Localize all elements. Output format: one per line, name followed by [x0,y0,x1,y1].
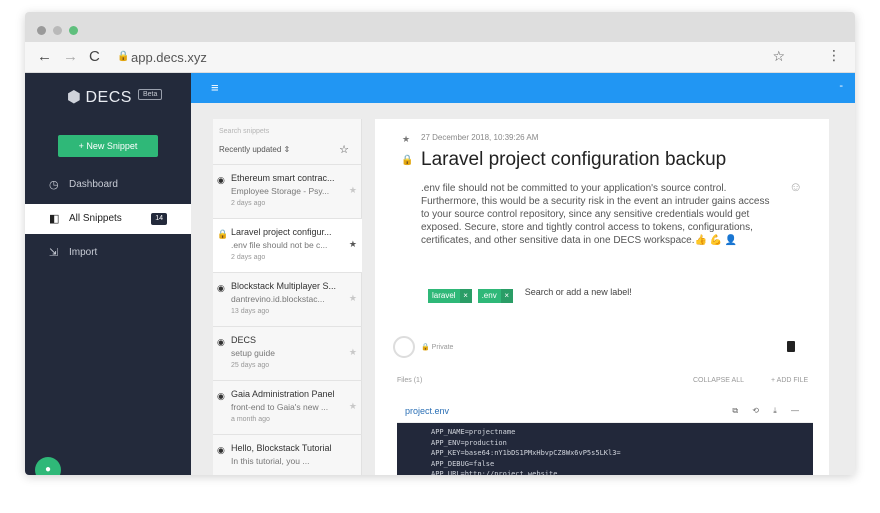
star-icon[interactable]: ★ [349,239,357,250]
address-bar: ← → C 🔒 app.decs.xyz ☆ ⋮ [25,42,855,73]
collapse-all-button[interactable]: COLLAPSE ALL [693,377,744,384]
file-name[interactable]: project.env [405,406,449,416]
sort-dropdown[interactable]: Recently updated ⇕ [219,145,290,154]
chat-icon[interactable]: ● [35,457,61,475]
url-field[interactable]: app.decs.xyz [131,50,207,65]
snippet-timestamp: 27 December 2018, 10:39:26 AM [421,133,539,142]
snippet-list-panel: Search snippets Recently updated ⇕ ☆ ◉ E… [213,119,362,475]
sidebar-item-label: All Snippets [69,213,122,224]
browser-window: ← → C 🔒 app.decs.xyz ☆ ⋮ ⬢ DECS Beta + Ne… [25,12,855,475]
code-editor[interactable]: APP_NAME=projectname APP_ENV=production … [397,423,813,475]
snippet-title: Laravel project configur... [231,227,332,237]
snippet-title: Blockstack Multiplayer S... [231,281,337,291]
back-icon[interactable]: ← [37,48,52,65]
logo-icon: ⬢ [67,89,82,106]
star-icon[interactable]: ★ [349,185,357,196]
files-count: Files (1) [397,377,423,384]
private-label: 🔒 Private [421,344,454,351]
snippet-desc: dantrevino.id.blockstac... [231,294,325,304]
list-item[interactable]: ◉ Gaia Administration Panel front-end to… [213,380,362,434]
star-icon[interactable]: ★ [349,401,357,412]
list-item[interactable]: ◉ Ethereum smart contrac... Employee Sto… [213,164,362,218]
snippet-date: 13 days ago [231,308,270,315]
snippet-desc: .env file should not be c... [231,240,328,250]
search-input[interactable]: Search snippets [213,123,362,140]
sidebar-item-import[interactable]: ⇲ Import [25,238,191,268]
list-item[interactable]: ◉ DECS setup guide 25 days ago ★ [213,326,362,380]
globe-icon: ◉ [217,283,225,293]
list-item[interactable]: ◉ Hello, Blockstack Tutorial In this tut… [213,434,362,475]
trash-icon[interactable] [787,341,795,352]
snippet-title: Hello, Blockstack Tutorial [231,443,332,453]
maximize-window-button[interactable] [69,26,78,35]
forward-icon[interactable]: → [63,48,78,65]
snippet-desc: setup guide [231,348,275,358]
lock-icon: 🔒 [117,51,130,62]
snippet-detail: ★ 27 December 2018, 10:39:26 AM 🔒 Larave… [375,119,829,475]
beta-badge: Beta [138,89,163,100]
snippet-title: DECS [231,335,257,345]
remove-label-button[interactable]: × [459,289,472,303]
file-header: project.env ⧉ ⟲ ⤓ — [397,401,813,423]
snippet-count-badge: 14 [151,213,167,225]
sidebar-item-all-snippets[interactable]: ◧ All Snippets 14 [25,204,191,234]
snippet-title: Ethereum smart contrac... [231,173,335,183]
new-snippet-button[interactable]: + New Snippet [58,135,158,157]
star-icon[interactable]: ★ [349,293,357,304]
file-toolbar-icons[interactable]: ⧉ ⟲ ⤓ — [732,406,805,416]
topbar-menu-button[interactable]: - [839,80,843,92]
snippet-title-heading[interactable]: Laravel project configuration backup [421,149,726,171]
snippet-desc: front-end to Gaia's new ... [231,402,329,412]
sidebar-item-label: Import [69,247,98,258]
top-bar: ≡ - [191,73,855,103]
label-tag[interactable]: laravel [428,289,460,303]
sidebar: ⬢ DECS Beta + New Snippet ◷ Dashboard ◧ A… [25,73,191,475]
minimize-window-button[interactable] [53,26,62,35]
close-window-button[interactable] [37,26,46,35]
dashboard-icon: ◷ [49,179,59,191]
label-input[interactable]: Search or add a new label! [525,285,632,299]
star-icon[interactable]: ★ [349,347,357,358]
snippet-date: 2 days ago [231,200,266,207]
label-list: laravel × .env × Search or add a new label! [428,285,632,303]
bookmark-star-icon[interactable]: ☆ [772,48,785,65]
reload-icon[interactable]: C [89,48,100,65]
private-toggle[interactable] [393,336,415,358]
snippets-icon: ◧ [49,213,60,225]
import-icon: ⇲ [49,247,59,259]
browser-menu-icon[interactable]: ⋮ [827,47,841,64]
globe-icon: ◉ [217,445,225,455]
snippet-description[interactable]: .env file should not be committed to you… [421,182,779,247]
sidebar-item-label: Dashboard [69,179,118,190]
app: ⬢ DECS Beta + New Snippet ◷ Dashboard ◧ A… [25,73,855,475]
globe-icon: ◉ [217,337,225,347]
star-icon[interactable]: ★ [402,134,410,145]
remove-label-button[interactable]: × [500,289,513,303]
add-file-button[interactable]: + ADD FILE [771,377,808,384]
main-content: Search snippets Recently updated ⇕ ☆ ◉ E… [191,103,855,475]
list-item[interactable]: 🔒 Laravel project configur... .env file … [213,218,362,272]
lock-icon: 🔒 [217,229,229,239]
globe-icon: ◉ [217,391,225,401]
snippet-desc: Employee Storage - Psy... [231,186,330,196]
favorites-filter-star-icon[interactable]: ☆ [339,143,349,156]
label-tag[interactable]: .env [477,289,501,303]
browser-titlebar [25,12,855,42]
logo: ⬢ DECS [67,89,132,106]
list-item[interactable]: ◉ Blockstack Multiplayer S... dantrevino… [213,272,362,326]
lock-icon: 🔒 [401,155,414,166]
snippet-date: 2 days ago [231,254,266,261]
emoji-icon[interactable]: ☺ [789,179,802,194]
snippet-desc: In this tutorial, you ... [231,456,310,466]
globe-icon: ◉ [217,175,225,185]
hamburger-icon[interactable]: ≡ [211,80,219,95]
sidebar-item-dashboard[interactable]: ◷ Dashboard [25,170,191,200]
snippet-title: Gaia Administration Panel [231,389,335,399]
snippet-date: a month ago [231,416,270,423]
snippet-date: 25 days ago [231,362,270,369]
